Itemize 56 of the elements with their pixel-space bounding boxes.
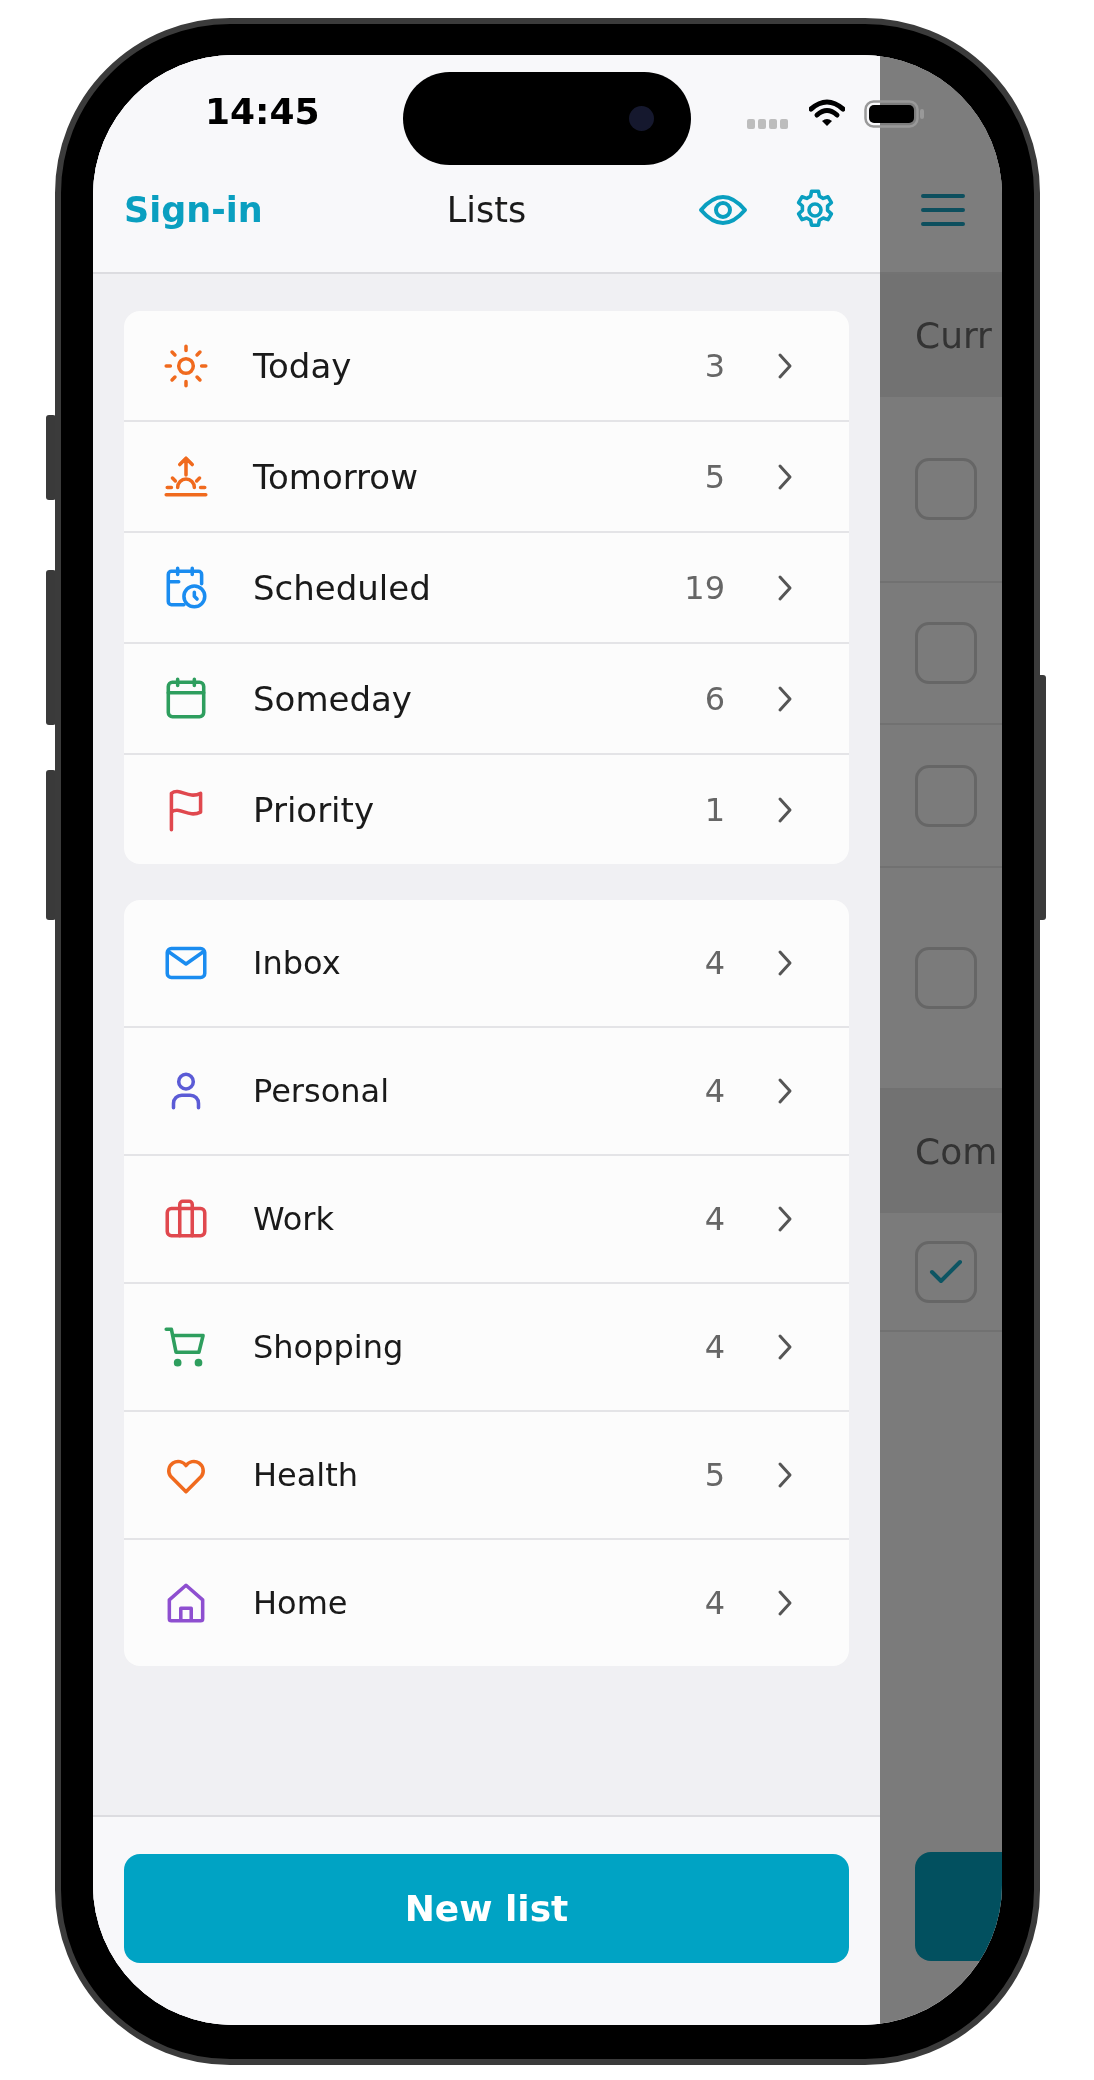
list-name: Health — [253, 1456, 360, 1494]
menu-icon[interactable] — [920, 192, 966, 228]
chevron-icon — [777, 949, 793, 977]
list-row[interactable]: Home 4 — [124, 1538, 849, 1666]
list-row[interactable]: Shopping 4 — [124, 1282, 849, 1410]
list-name: Personal — [253, 1072, 391, 1110]
item-count: 6 — [704, 679, 725, 718]
section-title: Curr — [915, 315, 992, 356]
list-row[interactable]: Priority 1 — [124, 753, 849, 864]
task-checkbox[interactable] — [915, 1240, 977, 1303]
list-name: Tomorrow — [253, 456, 419, 497]
list-row[interactable]: Work 4 — [124, 1154, 849, 1282]
chevron-icon — [777, 462, 793, 491]
list-name: Inbox — [253, 944, 342, 982]
item-count: 4 — [704, 1328, 725, 1366]
list-row[interactable]: Tomorrow 5 — [124, 420, 849, 531]
list-name: Home — [253, 1584, 349, 1622]
list-row[interactable]: Health 5 — [124, 1410, 849, 1538]
check-icon — [928, 1257, 964, 1286]
section-title: Com — [915, 1131, 998, 1172]
list-row[interactable]: Personal 4 — [124, 1026, 849, 1154]
chevron-icon — [777, 1205, 793, 1233]
status-time: 14:45 — [205, 91, 320, 133]
signal-icon — [747, 119, 791, 129]
item-count: 5 — [704, 1456, 725, 1494]
screen-title: Lists — [446, 190, 527, 230]
item-count: 19 — [684, 568, 725, 607]
list-row[interactable]: Scheduled 19 — [124, 531, 849, 642]
list-name: Someday — [253, 678, 413, 719]
chevron-icon — [777, 1333, 793, 1361]
chevron-icon — [777, 1589, 793, 1617]
item-count: 4 — [704, 1584, 725, 1622]
wifi-icon — [809, 99, 845, 127]
item-count: 4 — [704, 1200, 725, 1238]
list-name: Scheduled — [253, 567, 432, 608]
chevron-icon — [777, 1077, 793, 1105]
chevron-icon — [777, 795, 793, 824]
list-name: Priority — [253, 789, 375, 830]
item-count: 1 — [704, 790, 725, 829]
list-row[interactable]: Inbox 4 — [124, 900, 849, 1026]
chevron-icon — [777, 684, 793, 713]
list-row[interactable]: Someday 6 — [124, 642, 849, 753]
item-count: 3 — [704, 346, 725, 385]
item-count: 5 — [704, 457, 725, 496]
chevron-icon — [777, 573, 793, 602]
battery-icon — [864, 100, 926, 128]
chevron-icon — [777, 351, 793, 380]
item-count: 4 — [704, 944, 725, 982]
eye-icon[interactable] — [698, 193, 748, 227]
add-button[interactable] — [915, 1852, 1002, 1961]
list-row[interactable]: Today 3 — [124, 311, 849, 420]
list-name: Work — [253, 1200, 336, 1238]
chevron-icon — [777, 1461, 793, 1489]
item-count: 4 — [704, 1072, 725, 1110]
list-name: Shopping — [253, 1328, 405, 1366]
list-name: Today — [253, 345, 353, 386]
